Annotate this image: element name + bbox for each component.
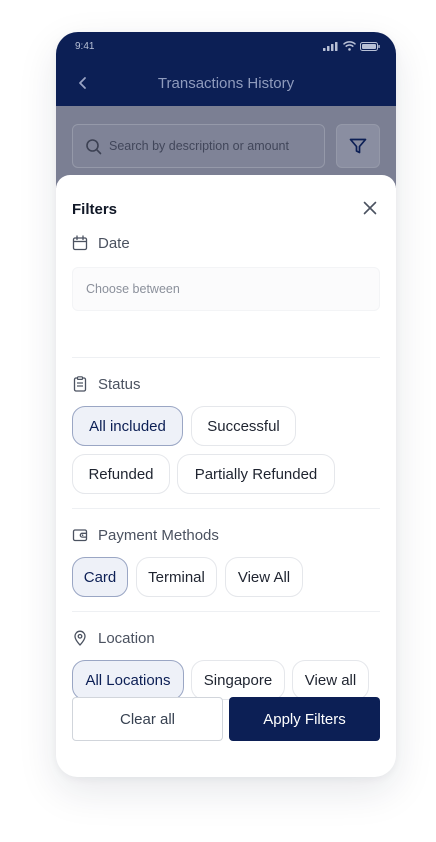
filters-sheet: Filters Date Status All i <box>56 175 396 777</box>
search-icon <box>86 139 102 155</box>
location-label: Location <box>98 629 155 647</box>
nav-bar: Transactions History <box>56 68 396 98</box>
calendar-icon <box>72 235 88 251</box>
filter-button[interactable] <box>336 124 380 168</box>
apply-filters-button[interactable]: Apply Filters <box>229 697 380 741</box>
sheet-title: Filters <box>72 201 118 218</box>
status-time: 9:41 <box>75 41 95 52</box>
payment-chip-card[interactable]: Card <box>72 557 128 597</box>
date-label: Date <box>98 234 130 252</box>
location-chip-all-locations[interactable]: All Locations <box>72 660 184 700</box>
divider <box>72 611 380 612</box>
status-section-header: Status <box>72 374 141 394</box>
payment-section-header: Payment Methods <box>72 525 219 545</box>
wallet-icon <box>72 529 88 542</box>
divider <box>72 357 380 358</box>
location-chip-view-all[interactable]: View all <box>292 660 369 700</box>
location-section-header: Location <box>72 628 155 648</box>
divider <box>72 508 380 509</box>
cellular-signal-icon <box>323 41 338 51</box>
date-range-input[interactable] <box>72 267 380 311</box>
wifi-icon <box>343 41 356 51</box>
location-chip-singapore[interactable]: Singapore <box>191 660 285 700</box>
battery-icon <box>360 41 380 51</box>
date-section-header: Date <box>72 233 130 253</box>
status-chip-partially-refunded[interactable]: Partially Refunded <box>177 454 335 494</box>
app-header: 9:41 Transactions History <box>56 32 396 106</box>
close-button[interactable] <box>362 200 378 216</box>
map-pin-icon <box>74 630 86 646</box>
status-chip-all-included[interactable]: All included <box>72 406 183 446</box>
status-chip-successful[interactable]: Successful <box>191 406 296 446</box>
search-box <box>72 124 325 168</box>
payment-methods-label: Payment Methods <box>98 526 219 544</box>
search-input[interactable] <box>109 125 321 167</box>
status-bar: 9:41 <box>56 32 396 62</box>
clear-all-button[interactable]: Clear all <box>72 697 223 741</box>
funnel-icon <box>349 138 367 154</box>
status-icons <box>323 41 380 51</box>
payment-chip-terminal[interactable]: Terminal <box>136 557 217 597</box>
page-title: Transactions History <box>157 75 295 92</box>
payment-chip-view-all[interactable]: View All <box>225 557 303 597</box>
status-label: Status <box>98 375 141 393</box>
clipboard-icon <box>73 376 87 392</box>
status-chip-refunded[interactable]: Refunded <box>72 454 170 494</box>
phone-screen: 9:41 Transactions History Search by desc… <box>56 32 396 777</box>
